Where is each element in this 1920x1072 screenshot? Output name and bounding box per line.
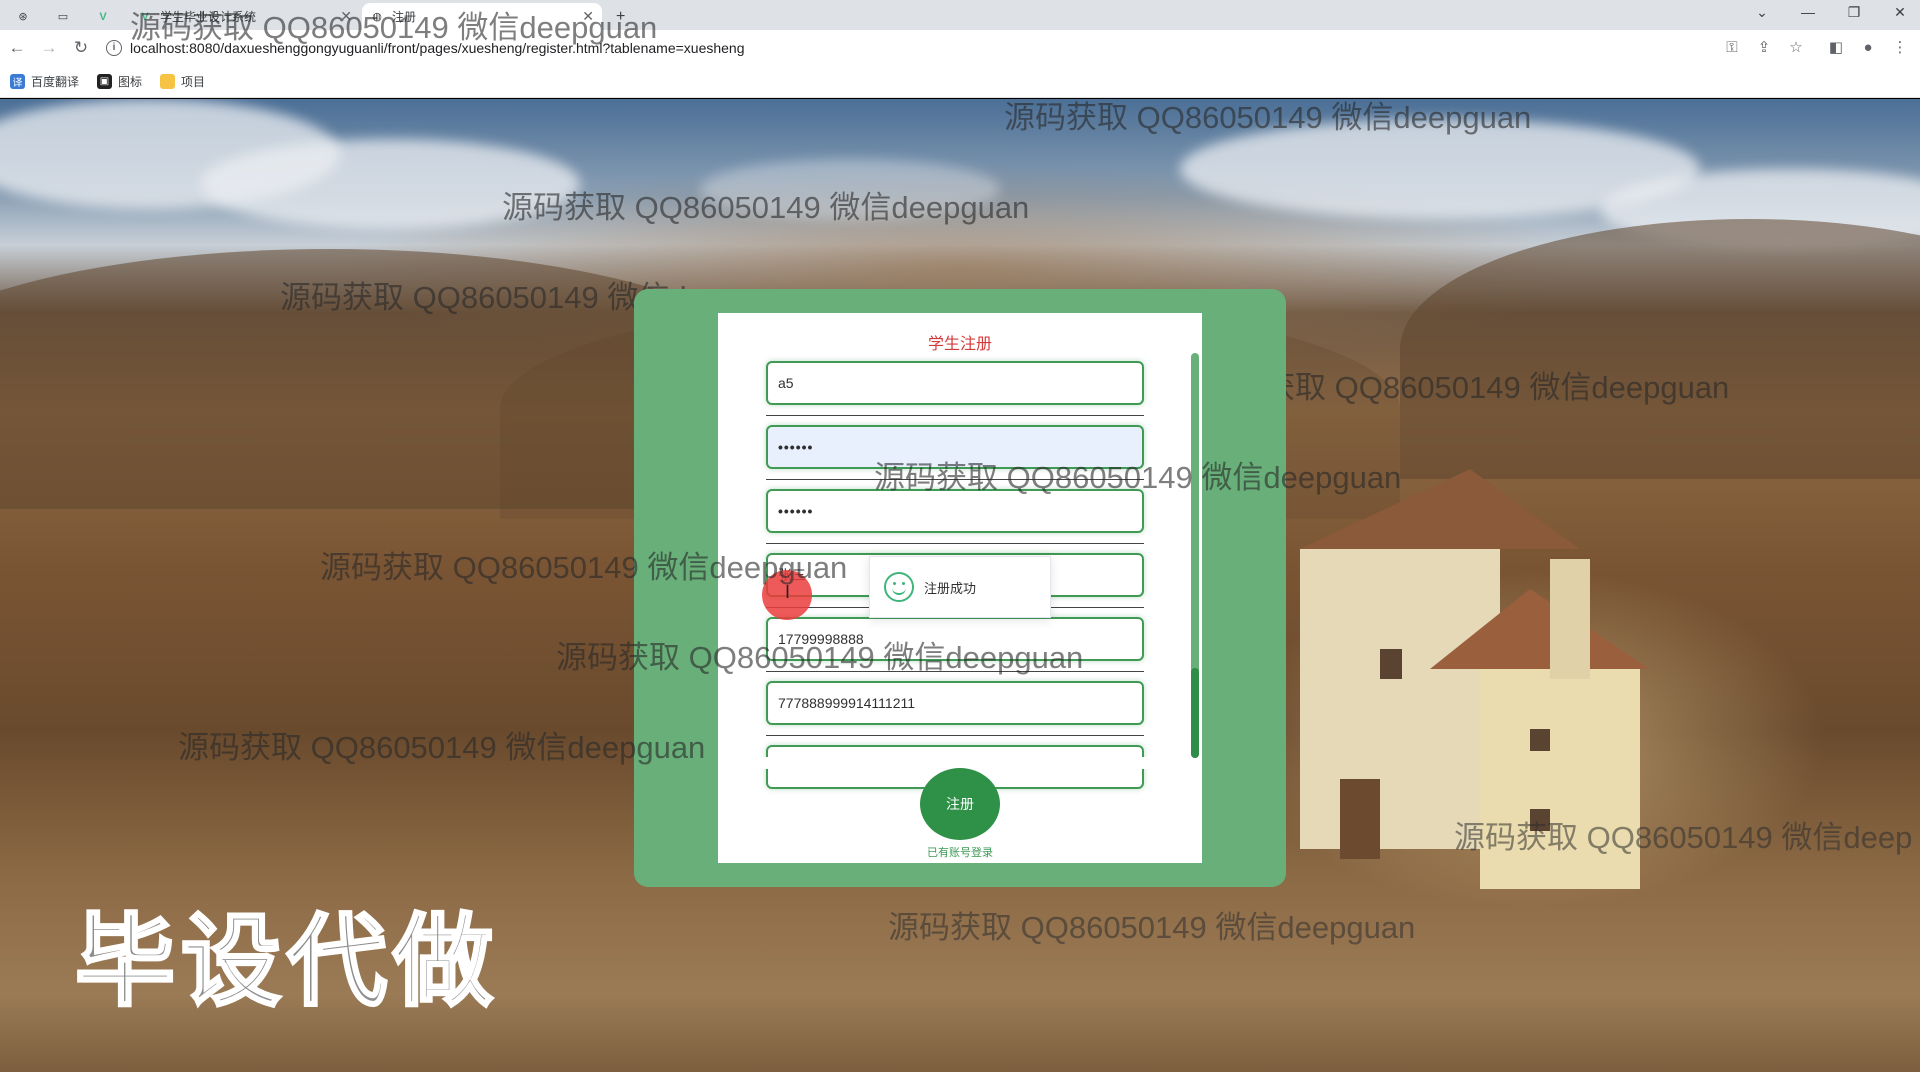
watermark-text: 源码获取 QQ86050149 微信deepguan [556, 640, 1084, 675]
success-toast: 注册成功 [869, 556, 1051, 618]
watermark-text: 源码获取 QQ86050149 微信deepguan [1004, 100, 1532, 135]
restore-icon[interactable]: ❐ [1834, 4, 1874, 21]
tab-pinned-3[interactable]: V [88, 3, 128, 30]
star-icon[interactable]: ☆ [1786, 38, 1806, 58]
profile-icon[interactable]: ● [1858, 38, 1878, 58]
register-button[interactable]: 注册 [920, 768, 1000, 840]
translate-icon: 译 [10, 74, 25, 89]
smile-icon [884, 572, 914, 602]
divider [766, 415, 1144, 416]
window-icon: ▭ [57, 11, 69, 23]
sidebar-icon[interactable]: ◧ [1826, 38, 1846, 58]
watermark-text: 源码获取 QQ86050149 微信deepguan [502, 190, 1030, 225]
watermark-text: 源码获取 QQ86050149 微信deep [1454, 820, 1913, 855]
bookmark-label: 图标 [118, 75, 143, 89]
tab-pinned-2[interactable]: ▭ [48, 3, 88, 30]
divider [766, 735, 1144, 736]
login-link[interactable]: 已有账号登录 [718, 844, 1202, 860]
share-icon[interactable]: ⇪ [1754, 38, 1774, 58]
generic-icon: ⊛ [18, 11, 28, 23]
close-window-icon[interactable]: ✕ [1880, 4, 1920, 21]
bookmarks-bar: 译 百度翻译 ▣ 图标 项目 [0, 66, 1920, 98]
banner-text: 毕设代做 [74, 905, 499, 1020]
chevron-down-icon[interactable]: ⌄ [1742, 4, 1782, 21]
form-title: 学生注册 [927, 336, 992, 353]
folder-icon [160, 74, 176, 89]
watermark-text: 源码获取 QQ86050149 微信deepguan [320, 550, 848, 585]
watermark-text: 源码获取 QQ86050149 微信deepguan [888, 910, 1416, 945]
info-icon[interactable]: i [106, 40, 122, 56]
minimize-icon[interactable]: — [1788, 4, 1828, 20]
tab-pinned-1[interactable]: ⊛ [8, 3, 48, 30]
form-scrollbar-thumb[interactable] [1191, 668, 1199, 758]
forward-icon[interactable]: → [38, 37, 60, 59]
account-input[interactable]: a5 [766, 361, 1144, 405]
bookmark-icons[interactable]: ▣ 图标 [97, 73, 142, 90]
image-icon: ▣ [97, 74, 113, 89]
toast-message: 注册成功 [924, 580, 977, 596]
vue-icon: V [99, 10, 107, 23]
bookmark-baidu-translate[interactable]: 译 百度翻译 [10, 73, 79, 90]
bookmark-folder-project[interactable]: 项目 [160, 73, 205, 90]
watermark-text: 源码获取 QQ86050149 微信deepguan [874, 460, 1402, 495]
bookmark-label: 项目 [181, 75, 206, 89]
key-icon[interactable]: ⚿ [1722, 38, 1742, 58]
bookmark-label: 百度翻译 [31, 75, 80, 89]
watermark-text: 源码获取 QQ86050149 微信deepguan [130, 10, 658, 45]
reload-icon[interactable]: ↻ [70, 37, 92, 59]
id-number-input[interactable]: 777888999914111211 [766, 681, 1144, 725]
back-icon[interactable]: ← [6, 37, 28, 59]
menu-icon[interactable]: ⋮ [1890, 38, 1910, 58]
watermark-text: 源码获取 QQ86050149 微信deepguan [178, 730, 706, 765]
